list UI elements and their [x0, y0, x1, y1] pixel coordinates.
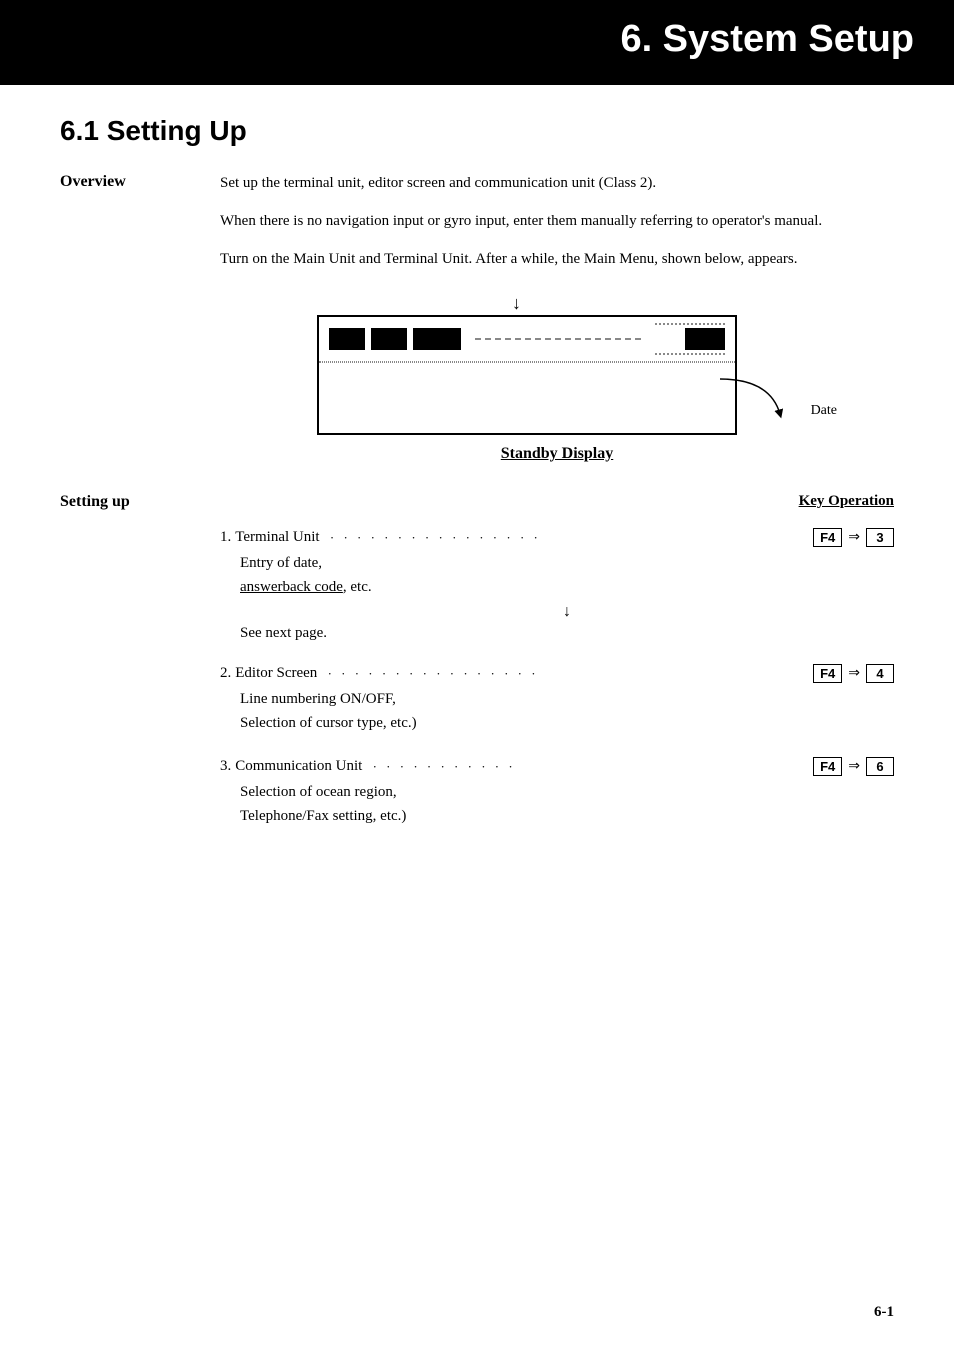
dashes-right-area	[655, 323, 725, 355]
step-1-key: F4	[813, 528, 842, 547]
step-3-sub: Selection of ocean region, Telephone/Fax…	[220, 780, 894, 828]
setting-up-label: Setting up	[60, 493, 220, 850]
step-2-arrow: ⇒	[848, 665, 860, 682]
blk-sq-1	[329, 328, 365, 350]
date-label: Date	[811, 403, 837, 419]
step-1-sub-2b: , etc.	[343, 579, 372, 595]
step-3-name: Communication Unit	[235, 758, 362, 775]
step-2-key: F4	[813, 664, 842, 683]
step-1-down-arrow-icon: ↓	[220, 603, 894, 621]
overview-label: Overview	[60, 171, 220, 285]
step-1: 1. Terminal Unit · · · · · · · · · · · ·…	[220, 528, 894, 642]
step-2-value: 4	[866, 664, 894, 683]
diagram-area: ↓	[220, 315, 894, 463]
step-2-line: 2. Editor Screen · · · · · · · · · · · ·…	[220, 664, 894, 683]
overview-content: Set up the terminal unit, editor screen …	[220, 171, 894, 285]
setting-up-section: Setting up Key Operation 1. Terminal Uni…	[60, 493, 894, 850]
blk-sq-2	[371, 328, 407, 350]
step-2-sub-2: Selection of cursor type, etc.)	[240, 715, 417, 731]
overview-section: Overview Set up the terminal unit, edito…	[60, 171, 894, 285]
step-3: 3. Communication Unit · · · · · · · · · …	[220, 757, 894, 828]
step-3-key: F4	[813, 757, 842, 776]
blk-sq-3	[413, 328, 461, 350]
page-number: 6-1	[874, 1304, 894, 1321]
diagram-svg-area: ↓	[317, 315, 797, 435]
arrow-down-icon: ↓	[512, 293, 521, 314]
step-1-name: Terminal Unit	[235, 529, 319, 546]
step-3-sub-2: Telephone/Fax setting, etc.)	[240, 808, 406, 824]
display-top-row	[319, 317, 735, 362]
step-1-value: 3	[866, 528, 894, 547]
step-1-sub: Entry of date, answerback code, etc.	[220, 551, 894, 599]
step-1-number: 1.	[220, 529, 231, 546]
step-3-dots: · · · · · · · · · · ·	[366, 759, 809, 775]
overview-para-3: Turn on the Main Unit and Terminal Unit.…	[220, 247, 894, 271]
step-3-arrow: ⇒	[848, 758, 860, 775]
step-2-name: Editor Screen	[235, 665, 317, 682]
overview-para-1: Set up the terminal unit, editor screen …	[220, 171, 894, 195]
step-1-line: 1. Terminal Unit · · · · · · · · · · · ·…	[220, 528, 894, 547]
step-3-line: 3. Communication Unit · · · · · · · · · …	[220, 757, 894, 776]
step-2-dots: · · · · · · · · · · · · · · · ·	[321, 666, 809, 682]
curved-arrow-svg	[710, 374, 790, 429]
step-3-value: 6	[866, 757, 894, 776]
step-2-sub: Line numbering ON/OFF, Selection of curs…	[220, 687, 894, 735]
step-2-number: 2.	[220, 665, 231, 682]
dashes-mid	[475, 338, 641, 340]
step-3-sub-1: Selection of ocean region,	[240, 784, 397, 800]
overview-para-2: When there is no navigation input or gyr…	[220, 209, 894, 233]
section-heading: 6.1 Setting Up	[60, 115, 894, 147]
standby-display-label: Standby Display	[501, 445, 614, 463]
step-3-number: 3.	[220, 758, 231, 775]
setting-up-content: Key Operation 1. Terminal Unit · · · · ·…	[220, 493, 894, 850]
step-1-sub-2: answerback code	[240, 579, 343, 595]
dot-separator	[319, 362, 735, 363]
step-1-arrow: ⇒	[848, 529, 860, 546]
dashes-right-2	[655, 353, 725, 355]
step-2-sub-1: Line numbering ON/OFF,	[240, 691, 396, 707]
step-1-see-next: See next page.	[220, 625, 894, 642]
page-title: 6. System Setup	[0, 18, 914, 61]
step-1-dots: · · · · · · · · · · · · · · · ·	[324, 530, 809, 546]
two-col-setting: Setting up Key Operation 1. Terminal Uni…	[60, 493, 894, 850]
page-header: 6. System Setup	[0, 0, 954, 79]
dashes-right-1	[655, 323, 725, 325]
display-bottom	[319, 369, 735, 419]
display-box	[317, 315, 737, 435]
step-2: 2. Editor Screen · · · · · · · · · · · ·…	[220, 664, 894, 735]
blk-sq-right	[685, 328, 725, 350]
key-operation-header: Key Operation	[220, 493, 894, 510]
step-1-sub-1: Entry of date,	[240, 555, 322, 571]
